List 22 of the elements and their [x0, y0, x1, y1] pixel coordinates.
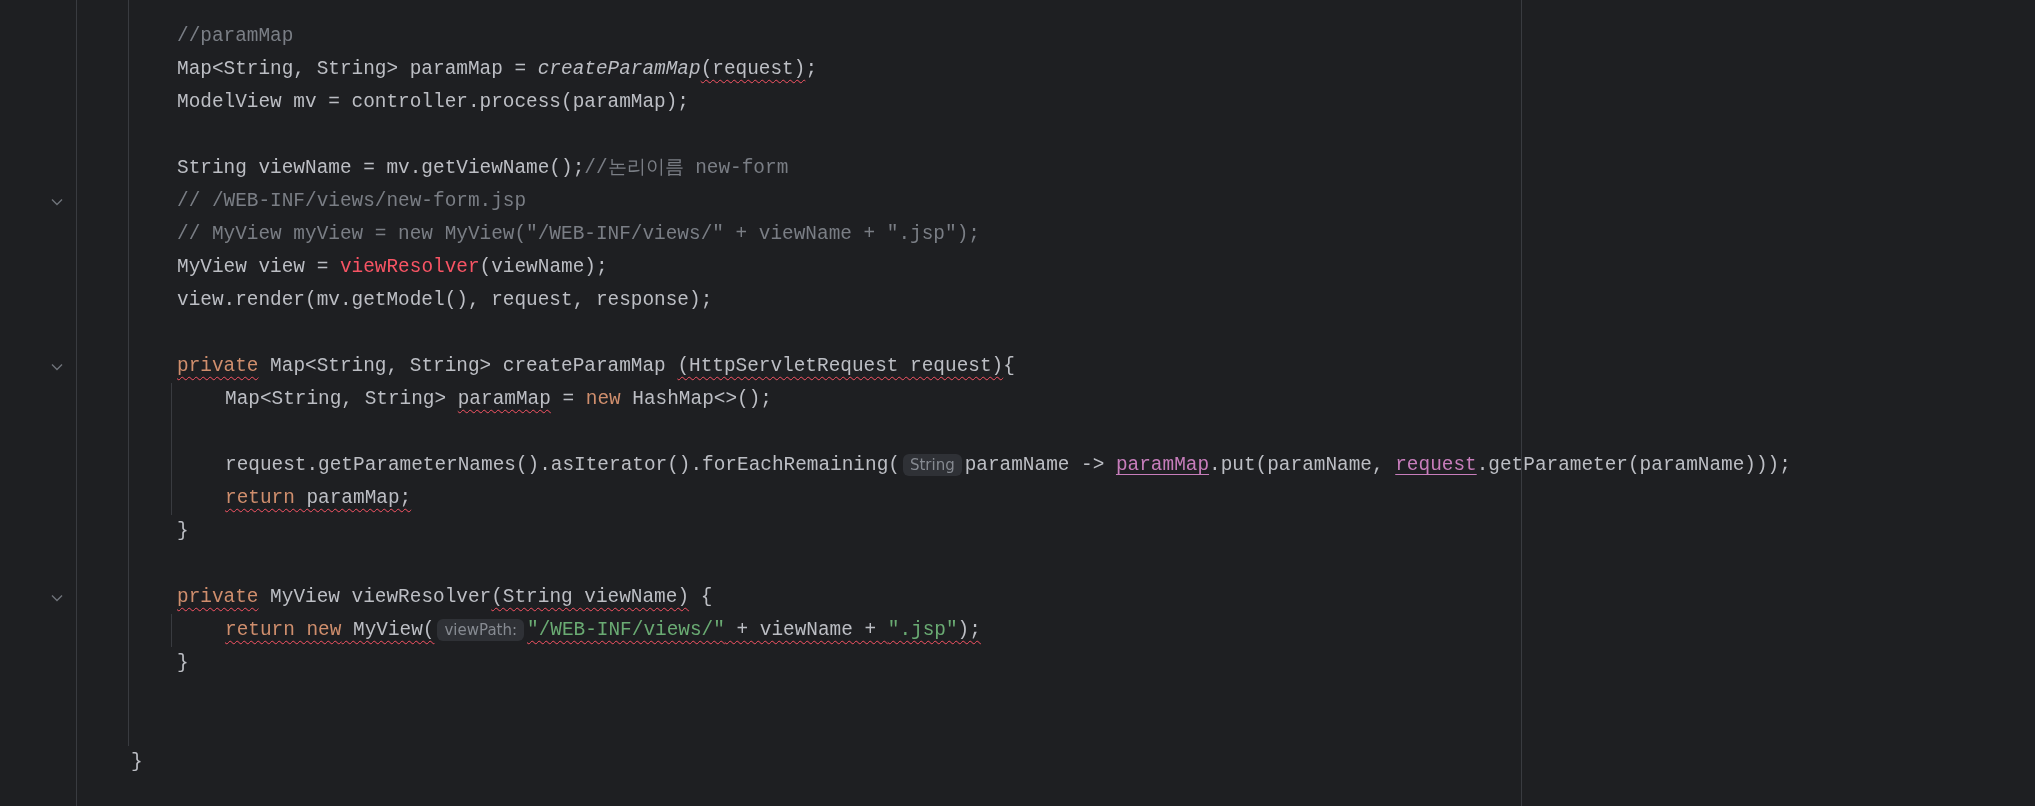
fold-chevron-icon[interactable]	[51, 197, 63, 206]
code-line: }	[177, 518, 189, 544]
code-line: // MyView myView = new MyView("/WEB-INF/views/" + viewName + ".jsp");	[177, 221, 980, 247]
code-line: ModelView mv = controller.process(paramMap);	[177, 89, 689, 115]
code-line: private MyView viewResolver(String viewName) {	[177, 584, 713, 610]
code-line: //paramMap	[177, 23, 294, 49]
fold-chevron-icon[interactable]	[51, 593, 63, 602]
code-line: }	[131, 749, 143, 775]
code-line: return paramMap;	[225, 485, 412, 511]
inlay-hint: String	[902, 453, 962, 476]
code-line: return new MyView( viewPath: "/WEB-INF/views/" + viewName + ".jsp");	[225, 617, 981, 643]
code-line: private Map<String, String> createParamMap (HttpServletRequest request){	[177, 353, 1015, 379]
code-line: Map<String, String> paramMap = new HashMap<>();	[225, 386, 772, 412]
code-line: MyView view = viewResolver(viewName);	[177, 254, 608, 280]
code-line: // /WEB-INF/views/new-form.jsp	[177, 188, 527, 214]
code-line: request.getParameterNames().asIterator().forEachRemaining( String paramName -> paramMap.put(paramName, request.getParameter(paramName)));	[225, 452, 1791, 478]
code-line: }	[177, 650, 189, 676]
inlay-hint: viewPath:	[437, 618, 524, 641]
code-line: Map<String, String> paramMap = createParamMap(request);	[177, 56, 818, 82]
code-line: String viewName = mv.getViewName();//논리이름 new-form	[177, 155, 789, 181]
fold-chevron-icon[interactable]	[51, 362, 63, 371]
code-line: view.render(mv.getModel(), request, response);	[177, 287, 713, 313]
